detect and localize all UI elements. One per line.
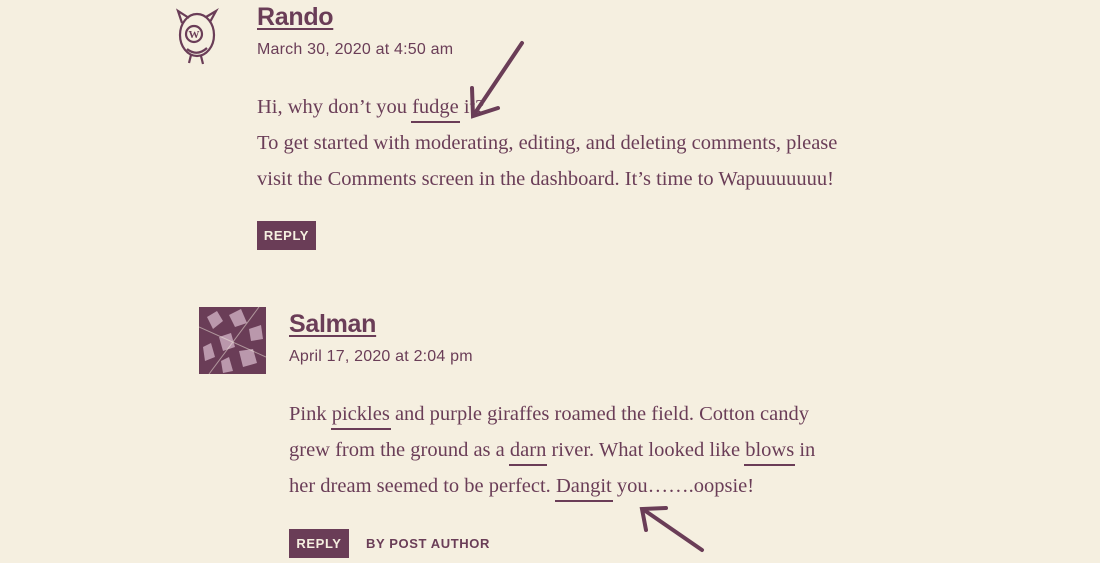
underlined-word: blows xyxy=(744,432,796,468)
avatar[interactable] xyxy=(198,306,267,375)
comment-body: Pink pickles and purple giraffes roamed … xyxy=(289,396,815,504)
comment-body: Hi, why don’t you fudge it? To get start… xyxy=(257,89,837,197)
comment-line: visit the Comments screen in the dashboa… xyxy=(257,168,835,190)
comment-line: To get started with moderating, editing,… xyxy=(257,132,838,154)
comment-line: Pink pickles and purple giraffes roamed … xyxy=(289,396,815,432)
comment-date[interactable]: April 17, 2020 at 2:04 pm xyxy=(289,348,473,366)
wapuu-avatar-icon: W xyxy=(175,7,219,65)
arrow-icon xyxy=(470,41,524,119)
comment-author-name[interactable]: Rando xyxy=(257,3,334,32)
post-author-badge: BY POST AUTHOR xyxy=(366,536,490,551)
reply-button[interactable]: REPLY xyxy=(257,221,316,250)
underlined-word: pickles xyxy=(330,396,391,432)
underlined-word: Dangit xyxy=(554,468,613,504)
comment-author-name[interactable]: Salman xyxy=(289,310,376,339)
comment-line: Hi, why don’t you fudge it? xyxy=(257,89,837,125)
arrow-icon xyxy=(639,506,704,552)
underlined-word: fudge xyxy=(411,89,460,125)
underlined-word: darn xyxy=(508,432,548,468)
photo-avatar xyxy=(198,306,267,375)
reply-button[interactable]: REPLY xyxy=(289,529,349,558)
svg-text:W: W xyxy=(189,29,200,41)
avatar[interactable]: W xyxy=(173,5,221,67)
comment-line: her dream seemed to be perfect. Dangit y… xyxy=(289,468,815,504)
comment-line: grew from the ground as a darn river. Wh… xyxy=(289,432,815,468)
comment-date[interactable]: March 30, 2020 at 4:50 am xyxy=(257,41,453,59)
